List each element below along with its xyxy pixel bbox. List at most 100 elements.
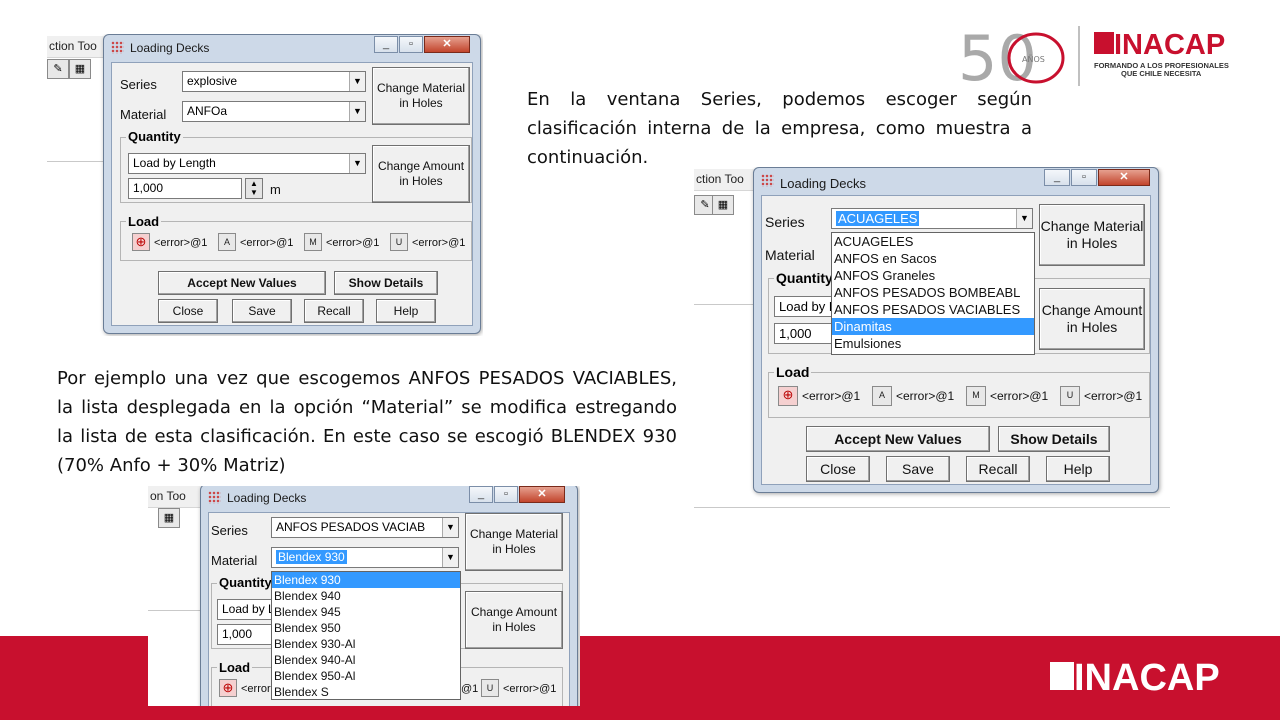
change-amount-button[interactable]: Change Amount in Holes [465, 591, 563, 649]
tagline-2: QUE CHILE NECESITA [1121, 69, 1202, 78]
titlebar: Loading Decks _ ▫ ✕ [754, 168, 1158, 194]
save-button[interactable]: Save [886, 456, 950, 482]
accept-new-values-button[interactable]: Accept New Values [158, 271, 326, 295]
series-option[interactable]: ANFOS PESADOS VACIABLES [832, 301, 1034, 318]
chevron-down-icon: ▼ [442, 518, 458, 537]
material-option[interactable]: Blendex 950-Al [272, 668, 460, 684]
target-icon[interactable]: ⊕ [132, 233, 150, 251]
material-option-highlighted[interactable]: Blendex 930 [272, 572, 460, 588]
material-option[interactable]: Blendex 940 [272, 588, 460, 604]
show-details-button[interactable]: Show Details [334, 271, 438, 295]
bg-menubar: on Too [148, 486, 202, 508]
quantity-input[interactable]: 1,000 [774, 323, 834, 344]
window-title: Loading Decks [780, 176, 866, 191]
footer-brand-name: INACAP [1074, 657, 1220, 699]
quantity-mode-combo[interactable]: Load by Length ▼ [128, 153, 366, 174]
show-details-button[interactable]: Show Details [998, 426, 1110, 452]
dialog-body: Series ANFOS PESADOS VACIAB ▼ Material B… [208, 512, 570, 706]
quantity-input[interactable]: 1,000 [128, 178, 242, 199]
material-option[interactable]: Blendex 930-Al [272, 636, 460, 652]
change-material-button[interactable]: Change Material in Holes [1039, 204, 1145, 266]
paragraph-material-explanation: Por ejemplo una vez que escogemos ANFOS … [57, 368, 677, 476]
material-option[interactable]: Blendex 940-Al [272, 652, 460, 668]
load-value-3: <error>@1 [990, 389, 1049, 403]
series-option[interactable]: ACUAGELES [832, 233, 1034, 250]
material-option[interactable]: Blendex 950 [272, 620, 460, 636]
material-combo[interactable]: ANFOa ▼ [182, 101, 366, 122]
series-option[interactable]: ANFOS PESADOS BOMBEABL [832, 284, 1034, 301]
target-icon[interactable]: ⊕ [219, 679, 237, 697]
change-amount-button[interactable]: Change Amount in Holes [372, 145, 470, 203]
change-material-button[interactable]: Change Material in Holes [465, 513, 563, 571]
minimize-button[interactable]: _ [469, 486, 493, 503]
series-label: Series [211, 523, 248, 538]
load-value-1: <error>@1 [802, 389, 861, 403]
quantity-mode-value: Load by L [222, 602, 275, 616]
material-value: ANFOa [187, 104, 228, 118]
load-value-4: <error>@1 [503, 683, 557, 695]
quantity-unit: m [270, 182, 281, 197]
load-icon-u[interactable]: U [481, 679, 499, 697]
material-label: Material [211, 553, 258, 568]
series-option[interactable]: Emulsiones [832, 335, 1034, 352]
maximize-button[interactable]: ▫ [494, 486, 518, 503]
screenshot-dialog-3: on Too ▦ Loading Decks _ ▫ ✕ Series ANFO… [148, 486, 580, 706]
material-value: Blendex 930 [276, 550, 347, 564]
titlebar: Loading Decks _ ▫ ✕ [104, 35, 480, 61]
series-option[interactable]: ANFOS Graneles [832, 267, 1034, 284]
recall-button[interactable]: Recall [304, 299, 364, 323]
bg-tool-icon: ✎ [47, 59, 69, 79]
quantity-spinner[interactable]: ▲ ▼ [245, 178, 263, 199]
load-value-4: <error>@1 [1084, 389, 1143, 403]
quantity-input[interactable]: 1,000 [217, 624, 275, 645]
help-button[interactable]: Help [1046, 456, 1110, 482]
close-window-button[interactable]: ✕ [424, 36, 470, 53]
minimize-button[interactable]: _ [1044, 169, 1070, 186]
quantity-mode-combo[interactable]: Load by L [774, 296, 834, 317]
loading-decks-window: Loading Decks _ ▫ ✕ Series explosive ▼ M… [103, 34, 481, 334]
load-icon-a[interactable]: A [218, 233, 236, 251]
close-button[interactable]: Close [158, 299, 218, 323]
series-dropdown-list[interactable]: ACUAGELES ANFOS en Sacos ANFOS Graneles … [831, 232, 1035, 355]
recall-button[interactable]: Recall [966, 456, 1030, 482]
material-option[interactable]: Blendex 945 [272, 604, 460, 620]
material-combo[interactable]: Blendex 930 ▼ [271, 547, 459, 568]
material-label: Material [765, 247, 815, 263]
minimize-button[interactable]: _ [374, 36, 398, 53]
maximize-button[interactable]: ▫ [399, 36, 423, 53]
change-material-button[interactable]: Change Material in Holes [372, 67, 470, 125]
accept-new-values-button[interactable]: Accept New Values [806, 426, 990, 452]
series-combo[interactable]: ANFOS PESADOS VACIAB ▼ [271, 517, 459, 538]
material-dropdown-list[interactable]: Blendex 930 Blendex 940 Blendex 945 Blen… [271, 571, 461, 700]
load-value-2: <error>@1 [896, 389, 955, 403]
app-icon [208, 491, 221, 504]
close-window-button[interactable]: ✕ [519, 486, 565, 503]
series-combo[interactable]: explosive ▼ [182, 71, 366, 92]
series-option[interactable]: ANFOS en Sacos [832, 250, 1034, 267]
paragraph-series-explanation: En la ventana Series, podemos escoger se… [527, 89, 1032, 168]
load-icon-u[interactable]: U [1060, 386, 1080, 406]
load-icon-m[interactable]: M [966, 386, 986, 406]
bg-menubar: ction Too [694, 169, 756, 191]
target-icon[interactable]: ⊕ [778, 386, 798, 406]
series-value: ACUAGELES [836, 211, 920, 226]
load-icon-m[interactable]: M [304, 233, 322, 251]
save-button[interactable]: Save [232, 299, 292, 323]
series-option-highlighted[interactable]: Dinamitas [832, 318, 1034, 335]
quantity-label: Quantity [774, 270, 835, 286]
help-button[interactable]: Help [376, 299, 436, 323]
load-icon-a[interactable]: A [872, 386, 892, 406]
change-amount-button[interactable]: Change Amount in Holes [1039, 288, 1145, 350]
maximize-button[interactable]: ▫ [1071, 169, 1097, 186]
load-value-3: <error>@1 [326, 237, 380, 249]
window-title: Loading Decks [227, 491, 307, 505]
series-combo[interactable]: ACUAGELES ▼ [831, 208, 1033, 229]
series-value: explosive [187, 74, 238, 88]
load-label: Load [217, 660, 253, 675]
quantity-mode-combo[interactable]: Load by L [217, 599, 275, 620]
load-label: Load [126, 214, 162, 229]
close-button[interactable]: Close [806, 456, 870, 482]
load-icon-u[interactable]: U [390, 233, 408, 251]
material-option[interactable]: Blendex S [272, 684, 460, 700]
close-window-button[interactable]: ✕ [1098, 169, 1150, 186]
